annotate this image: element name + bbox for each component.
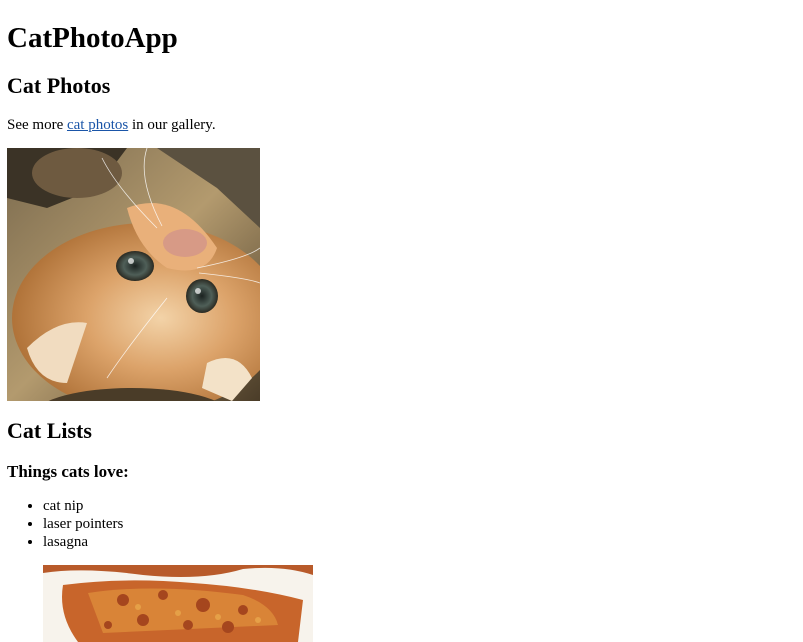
cat-photos-heading: Cat Photos [7,73,111,98]
kitten-photo [7,148,260,401]
gallery-intro: See more cat photos in our gallery. [7,116,216,134]
list-item: lasagna [43,533,123,551]
kitten-image-link[interactable] [7,148,260,401]
cat-photos-link[interactable]: cat photos [67,117,128,133]
intro-text-after: in our gallery. [128,117,216,133]
intro-text-before: See more [7,117,67,133]
lasagna-photo [43,565,313,642]
lasagna-image [43,565,313,642]
page-title: CatPhotoApp [7,22,178,54]
things-cats-love-heading: Things cats love: [7,462,129,481]
things-cats-love-list: cat nip laser pointers lasagna [7,497,123,551]
cat-lists-heading: Cat Lists [7,418,92,443]
list-item: laser pointers [43,515,123,533]
list-item: cat nip [43,497,123,515]
